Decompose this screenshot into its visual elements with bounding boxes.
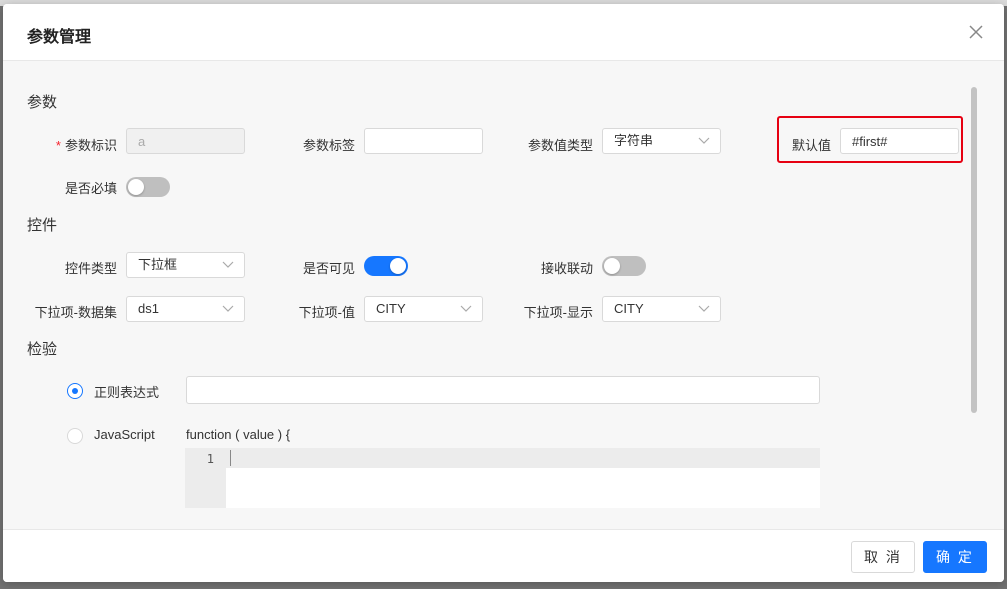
vertical-scrollbar[interactable] [971,87,977,413]
section-title-controls: 控件 [27,217,58,234]
active-line [226,448,820,468]
cancel-button[interactable]: 取 消 [851,541,915,573]
chevron-down-icon [460,305,472,312]
regex-input[interactable] [186,376,820,404]
param-tag-label: 参数标签 [302,138,355,153]
dialog-footer: 取 消 确 定 [3,529,1004,582]
dropdown-value-label: 下拉项-值 [298,305,355,320]
param-value-type-select[interactable]: 字符串 [602,128,721,154]
linkage-toggle[interactable] [602,256,646,276]
line-number: 1 [206,452,214,466]
param-value-type-label: 参数值类型 [527,138,593,153]
dropdown-display-select[interactable]: CITY [602,296,721,322]
dropdown-dataset-label: 下拉项-数据集 [34,305,117,320]
control-type-select[interactable]: 下拉框 [126,252,245,278]
close-icon [969,25,983,39]
param-id-label: 参数标识 [64,138,117,153]
js-function-signature: function ( value ) { [186,427,291,442]
param-id-input[interactable] [126,128,245,154]
javascript-radio[interactable] [67,428,83,444]
dropdown-display-label: 下拉项-显示 [523,305,593,320]
param-tag-input[interactable] [364,128,483,154]
toggle-knob [390,258,406,274]
javascript-radio-label: JavaScript [94,427,155,442]
chevron-down-icon [698,137,710,144]
param-value-type-value: 字符串 [614,133,654,148]
control-type-value: 下拉框 [138,257,178,272]
ok-button[interactable]: 确 定 [923,541,987,573]
dialog-title: 参数管理 [27,29,92,46]
regex-radio[interactable] [67,383,83,399]
param-manage-dialog: 参数管理 参数 *参数标识 参数标签 参数值类型 字符串 默认值 是否必填 控件… [3,4,1004,582]
radio-dot [72,388,78,394]
dialog-body: 参数 *参数标识 参数标签 参数值类型 字符串 默认值 是否必填 控件 控件类型… [3,61,1004,529]
section-title-params: 参数 [27,94,58,111]
dialog-header: 参数管理 [3,4,1004,61]
text-cursor [230,450,231,466]
required-toggle[interactable] [126,177,170,197]
dropdown-value-value: CITY [376,301,406,316]
code-gutter: 1 [185,448,226,508]
default-value-label: 默认值 [791,138,831,153]
linkage-toggle-label: 接收联动 [540,261,593,276]
default-value-input[interactable] [840,128,959,154]
dropdown-dataset-value: ds1 [138,301,159,316]
chevron-down-icon [222,261,234,268]
regex-radio-label: 正则表达式 [94,385,160,400]
param-id-label-wrap: * 参数标识 [47,135,117,154]
dropdown-display-value: CITY [614,301,644,316]
dropdown-value-select[interactable]: CITY [364,296,483,322]
visible-toggle[interactable] [364,256,408,276]
close-button[interactable] [966,22,986,42]
toggle-knob [128,179,144,195]
js-code-editor[interactable]: 1 [185,448,820,508]
required-mark: * [55,138,61,153]
required-toggle-label: 是否必填 [64,181,117,196]
dropdown-dataset-select[interactable]: ds1 [126,296,245,322]
control-type-label: 控件类型 [64,261,117,276]
section-title-validation: 检验 [27,341,58,358]
visible-toggle-label: 是否可见 [302,261,355,276]
toggle-knob [604,258,620,274]
chevron-down-icon [222,305,234,312]
chevron-down-icon [698,305,710,312]
